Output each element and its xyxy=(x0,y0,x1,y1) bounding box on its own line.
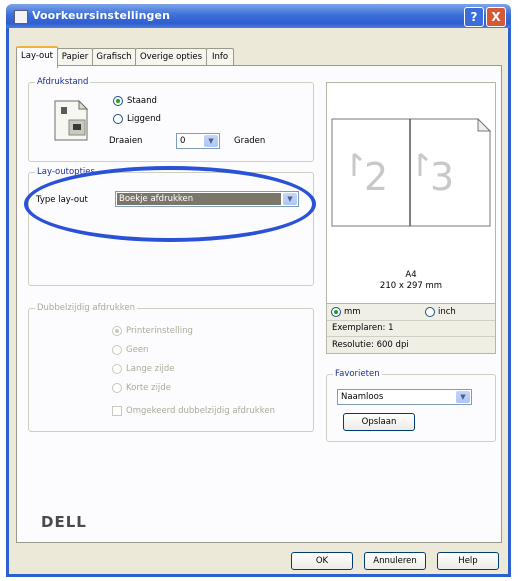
window-title: Voorkeursinstellingen xyxy=(32,9,171,22)
help-button[interactable]: Help xyxy=(437,552,499,570)
duplex-printer-setting-label: Printerinstelling xyxy=(126,326,193,336)
dialog-window: Voorkeursinstellingen ? X Lay-out Papier… xyxy=(0,0,520,581)
copies-label: Exemplaren: 1 xyxy=(332,323,394,333)
degrees-label: Graden xyxy=(234,136,266,146)
duplex-printer-setting-radio[interactable] xyxy=(112,326,122,336)
cancel-label: Annuleren xyxy=(373,556,417,566)
preview-page-left: 2 xyxy=(364,155,388,199)
ok-label: OK xyxy=(315,556,329,566)
duplex-group-title: Dubbelzijdig afdrukken xyxy=(35,303,137,313)
rotate-label: Draaien xyxy=(109,136,143,146)
highlight-oval xyxy=(24,166,316,242)
chevron-down-icon[interactable]: ▼ xyxy=(204,135,218,147)
tab-layout[interactable]: Lay-out xyxy=(16,46,58,68)
title-bar[interactable]: Voorkeursinstellingen ? X xyxy=(6,4,511,28)
duplex-long-edge-label: Lange zijde xyxy=(126,364,175,374)
favorites-group-title: Favorieten xyxy=(333,369,382,379)
duplex-short-edge-radio[interactable] xyxy=(112,383,122,393)
orientation-portrait-label: Staand xyxy=(127,96,157,106)
tab-graphics[interactable]: Grafisch xyxy=(92,48,136,66)
unit-mm-radio[interactable] xyxy=(331,307,341,317)
unit-mm-label: mm xyxy=(344,307,361,317)
cancel-button[interactable]: Annuleren xyxy=(364,552,426,570)
chevron-down-icon[interactable]: ▼ xyxy=(456,391,470,403)
help-label: Help xyxy=(458,556,478,566)
rotate-value: 0 xyxy=(180,136,186,146)
unit-inch-radio[interactable] xyxy=(425,307,435,317)
favorites-group: Favorieten xyxy=(326,369,496,442)
tab-paper[interactable]: Papier xyxy=(57,48,93,66)
paper-dimensions-label: 210 x 297 mm xyxy=(379,281,443,291)
booklet-preview-graphic: 2 3 xyxy=(331,118,492,227)
save-favorite-label: Opslaan xyxy=(361,417,397,427)
close-button[interactable]: X xyxy=(486,7,506,27)
preview-page-right: 3 xyxy=(430,155,454,199)
help-title-button[interactable]: ? xyxy=(464,7,484,27)
duplex-long-edge-radio[interactable] xyxy=(112,364,122,374)
reverse-duplex-checkbox[interactable] xyxy=(112,406,122,416)
ok-button[interactable]: OK xyxy=(291,552,353,570)
save-favorite-button[interactable]: Opslaan xyxy=(343,413,415,431)
tab-other-options[interactable]: Overige opties xyxy=(135,48,207,66)
dell-logo: DELL xyxy=(41,513,87,531)
divider xyxy=(327,336,495,337)
orientation-landscape-radio[interactable] xyxy=(113,114,123,124)
duplex-none-label: Geen xyxy=(126,345,149,355)
orientation-group-title: Afdrukstand xyxy=(35,77,91,87)
orientation-portrait-radio[interactable] xyxy=(113,96,123,106)
paper-size-label: A4 xyxy=(405,270,417,280)
favorites-select[interactable]: Naamloos ▼ xyxy=(337,389,472,405)
favorites-value: Naamloos xyxy=(341,392,384,402)
divider xyxy=(327,320,495,321)
portrait-page-icon xyxy=(54,100,89,141)
unit-inch-label: inch xyxy=(438,307,456,317)
duplex-short-edge-label: Korte zijde xyxy=(126,383,171,393)
printer-icon xyxy=(14,10,28,24)
orientation-landscape-label: Liggend xyxy=(127,114,161,124)
rotate-select[interactable]: 0 ▼ xyxy=(176,133,220,149)
reverse-duplex-label: Omgekeerd dubbelzijdig afdrukken xyxy=(126,406,275,416)
tab-info[interactable]: Info xyxy=(206,48,234,66)
duplex-none-radio[interactable] xyxy=(112,345,122,355)
resolution-label: Resolutie: 600 dpi xyxy=(332,340,409,350)
